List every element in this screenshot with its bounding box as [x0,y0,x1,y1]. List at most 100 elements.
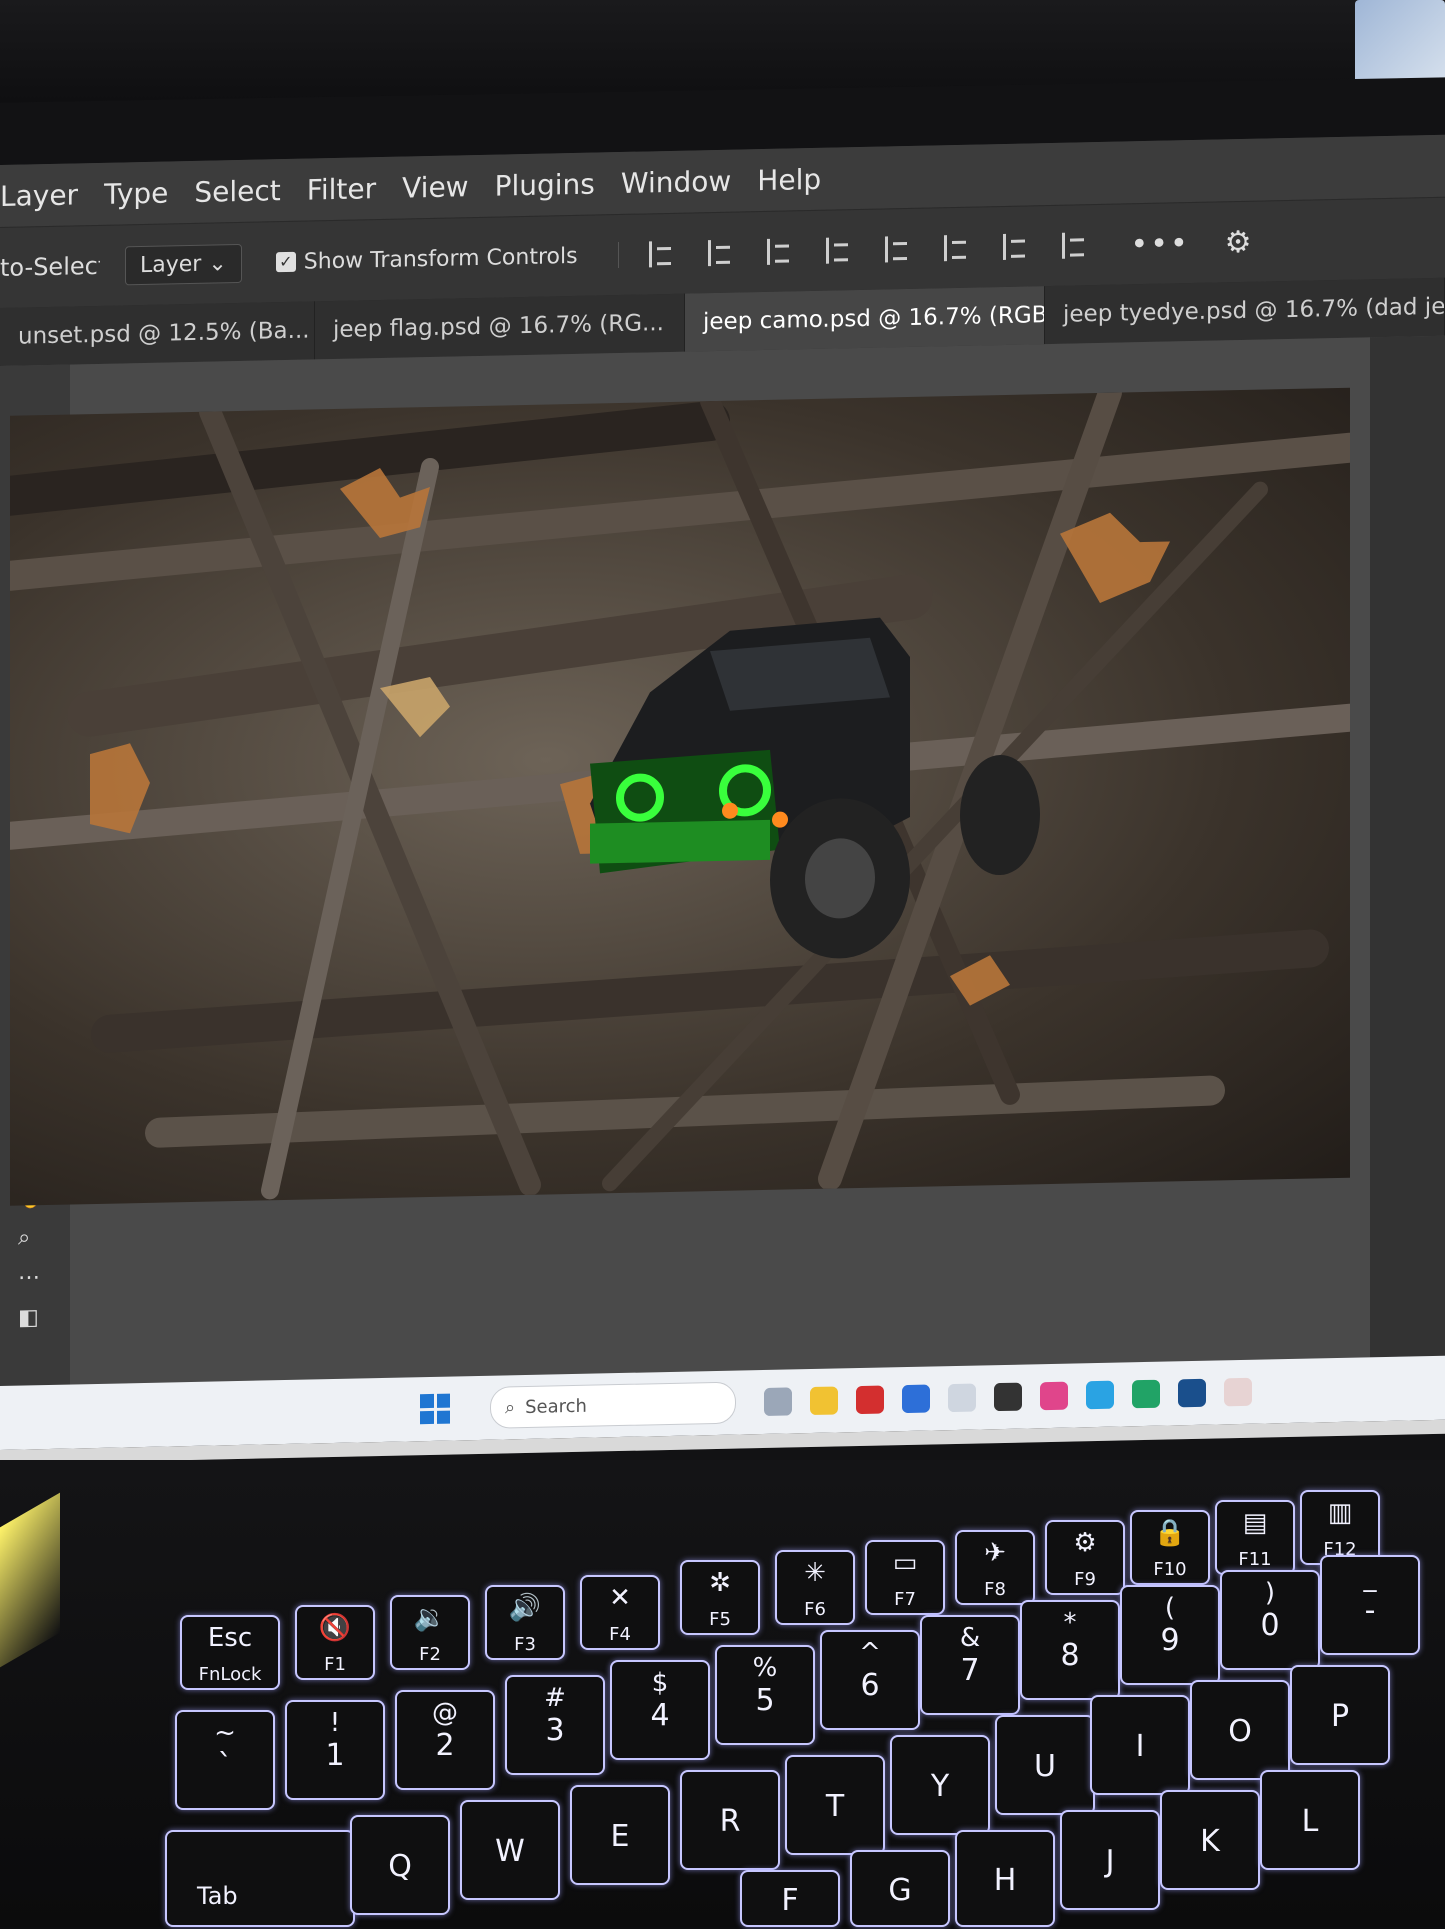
store-icon[interactable] [902,1384,930,1414]
key-label: T [825,1789,845,1824]
key-p[interactable]: P [1290,1665,1390,1765]
align-bottom-icon[interactable] [1002,233,1032,260]
key-5[interactable]: % 5 [715,1645,815,1745]
menu-layer[interactable]: Layer [0,178,78,213]
key-minus[interactable]: _ - [1320,1555,1420,1655]
align-top-icon[interactable] [884,235,914,263]
menu-window[interactable]: Window [621,164,731,199]
align-left-icon[interactable] [648,240,678,268]
key-e[interactable]: E [570,1785,670,1885]
key-7[interactable]: & 7 [920,1615,1020,1715]
key-label: 3 [545,1713,565,1748]
photoshop-icon[interactable] [1178,1378,1206,1408]
menu-help[interactable]: Help [757,162,821,196]
file-explorer-icon[interactable] [810,1386,838,1416]
key-f9[interactable]: ⚙ F9 [1045,1520,1125,1595]
key-tab[interactable]: Tab [165,1830,355,1927]
key-label: 1 [325,1738,345,1773]
key-4[interactable]: $ 4 [610,1660,710,1760]
document-canvas[interactable] [10,387,1350,1206]
menu-filter[interactable]: Filter [307,172,376,206]
align-right-icon[interactable] [766,238,796,265]
key-tilde[interactable]: ~ ` [175,1710,275,1810]
windows-start-icon[interactable] [420,1393,450,1425]
key-9[interactable]: ( 9 [1120,1585,1220,1685]
chevron-down-icon: ⌄ [208,250,227,277]
distribute-vertical-icon[interactable] [1061,232,1091,259]
widgets-icon[interactable] [764,1387,792,1416]
key-k[interactable]: K [1160,1790,1260,1890]
key-o[interactable]: O [1190,1680,1290,1780]
key-f7[interactable]: ▭ F7 [865,1540,945,1615]
key-8[interactable]: * 8 [1020,1600,1120,1700]
app-icon[interactable] [994,1382,1022,1412]
auto-select-dropdown[interactable]: Layer ⌄ [125,243,242,285]
key-f11[interactable]: ▤ F11 [1215,1500,1295,1575]
menu-type[interactable]: Type [104,176,168,210]
tab-jeep-tyedye[interactable]: jeep tyedye.psd @ 16.7% (dad jeep, R... … [1045,277,1445,345]
key-f[interactable]: F [740,1870,840,1927]
camo-artwork [10,387,1350,1200]
key-label: 9 [1160,1623,1180,1658]
key-j[interactable]: J [1060,1810,1160,1910]
key-t[interactable]: T [785,1755,885,1855]
menu-view[interactable]: View [402,170,468,204]
more-tools-icon[interactable]: ⋯ [18,1265,46,1290]
app-icon[interactable] [1086,1380,1114,1410]
menu-select[interactable]: Select [194,174,280,209]
key-label: F6 [804,1599,826,1620]
tab-unset[interactable]: unset.psd @ 12.5% (Ba... × [0,301,315,366]
tab-label: jeep camo.psd @ 16.7% (RGB/8) [703,301,1045,336]
gear-icon[interactable]: ⚙ [1225,224,1252,260]
key-2[interactable]: @ 2 [395,1690,495,1790]
key-f3[interactable]: 🔊 F3 [485,1585,565,1660]
key-h[interactable]: H [955,1830,1055,1927]
key-f10[interactable]: 🔒 F10 [1130,1510,1210,1585]
tab-jeep-flag[interactable]: jeep flag.psd @ 16.7% (RG... × [315,293,685,360]
key-w[interactable]: W [460,1800,560,1900]
key-1[interactable]: ! 1 [285,1700,385,1800]
mcafee-icon[interactable] [856,1385,884,1415]
key-r[interactable]: R [680,1770,780,1870]
key-3[interactable]: # 3 [505,1675,605,1775]
key-y[interactable]: Y [890,1735,990,1835]
picsart-icon[interactable] [1040,1381,1068,1411]
zoom-tool-icon[interactable]: ⌕ [18,1225,46,1250]
key-6[interactable]: ^ 6 [820,1630,920,1730]
align-buttons [617,232,1091,269]
key-label: % [752,1653,778,1683]
more-options-button[interactable]: ••• [1131,226,1190,262]
key-f8[interactable]: ✈ F8 [955,1530,1035,1605]
key-f6[interactable]: ✳ F6 [775,1550,855,1625]
taskbar-search[interactable]: ⌕ Search [490,1381,736,1429]
align-horizontal-center-icon[interactable] [707,239,737,267]
tab-jeep-camo[interactable]: jeep camo.psd @ 16.7% (RGB/8) × [685,286,1045,352]
key-i[interactable]: I [1090,1695,1190,1795]
key-g[interactable]: G [850,1850,950,1927]
key-u[interactable]: U [995,1715,1095,1815]
menu-plugins[interactable]: Plugins [495,167,595,202]
key-label: Q [388,1849,412,1884]
key-f1[interactable]: 🔇 F1 [295,1605,375,1680]
align-vertical-center-icon[interactable] [943,234,973,262]
key-0[interactable]: ) 0 [1220,1570,1320,1670]
color-swatch-icon[interactable]: ◧ [18,1305,46,1330]
distribute-horizontal-icon[interactable] [825,237,855,264]
show-transform-controls-checkbox[interactable]: ✓ Show Transform Controls [275,243,578,275]
app-icon[interactable] [1224,1377,1252,1407]
key-label: ! [329,1708,341,1738]
key-l[interactable]: L [1260,1770,1360,1870]
tab-label: jeep flag.psd @ 16.7% (RG... [333,310,664,344]
key-f4[interactable]: ✕ F4 [580,1575,660,1650]
key-f2[interactable]: 🔉 F2 [390,1595,470,1670]
show-transform-label: Show Transform Controls [303,243,578,275]
layers-panel[interactable] [1370,335,1445,1358]
laptop-screen: Layer Type Select Filter View Plugins Wi… [0,134,1445,1464]
key-f5[interactable]: ✲ F5 [680,1560,760,1635]
key-q[interactable]: Q [350,1815,450,1915]
edge-icon[interactable] [1132,1379,1160,1409]
key-f12[interactable]: ▥ F12 [1300,1490,1380,1565]
app-icon[interactable] [948,1383,976,1413]
key-label: FnLock [198,1664,262,1685]
key-esc[interactable]: Esc FnLock [180,1615,280,1690]
